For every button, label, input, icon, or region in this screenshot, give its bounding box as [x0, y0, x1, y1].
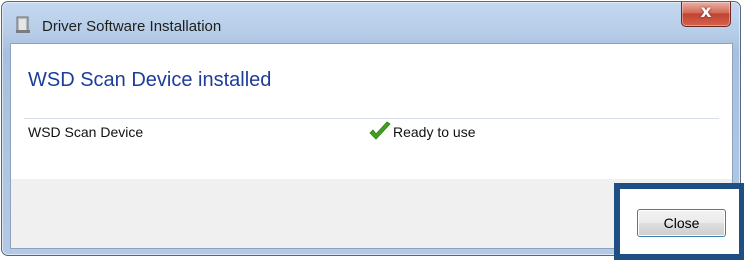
device-name: WSD Scan Device	[28, 124, 144, 140]
page-title: WSD Scan Device installed	[28, 69, 272, 91]
green-checkmark-icon	[369, 121, 391, 140]
window-close-button[interactable]: x	[681, 2, 731, 27]
app-icon	[16, 16, 30, 33]
close-button[interactable]: Close	[637, 209, 726, 237]
title-bar[interactable]: Driver Software Installation x	[2, 2, 740, 40]
device-status: Ready to use	[368, 121, 476, 143]
close-button-highlight: Close	[614, 183, 744, 260]
window-title: Driver Software Installation	[42, 18, 222, 35]
content-panel: WSD Scan Device installed WSD Scan Devic…	[11, 44, 732, 179]
divider	[24, 118, 719, 119]
status-text: Ready to use	[393, 124, 476, 140]
